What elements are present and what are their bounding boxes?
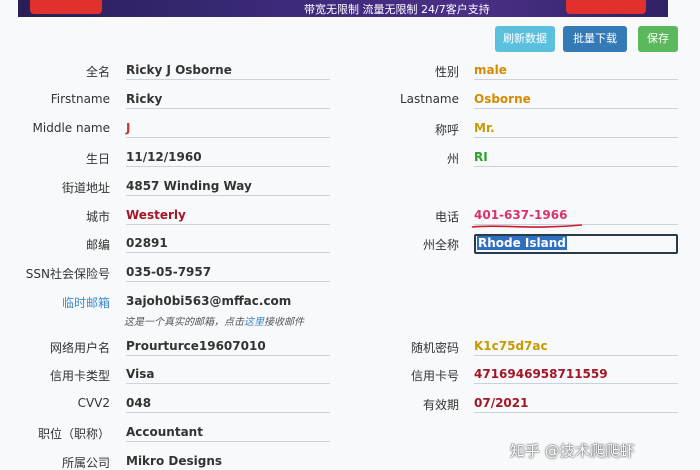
value-title: Mr. <box>474 121 678 138</box>
label-ssn: SSN社会保险号 <box>25 267 110 281</box>
label-username: 网络用户名 <box>49 341 110 355</box>
value-full-name: Ricky J Osborne <box>126 63 330 80</box>
batch-download-button[interactable]: 批量下载 <box>563 26 627 52</box>
value-cvv2: 048 <box>126 396 330 413</box>
label-middle-name: Middle name <box>32 121 110 135</box>
value-city: Westerly <box>126 208 330 225</box>
value-expiry: 07/2021 <box>474 396 678 413</box>
value-state: RI <box>474 150 678 167</box>
refresh-data-button[interactable]: 刷新数据 <box>495 26 555 52</box>
banner-logo-left <box>30 0 102 14</box>
label-zip: 邮编 <box>85 238 110 252</box>
email-note-prefix: 这是一个真实的邮箱，点击 <box>124 317 244 328</box>
label-state-full: 州全称 <box>422 238 459 252</box>
red-underline-annotation <box>471 224 583 228</box>
email-note-link[interactable]: 这里 <box>244 317 264 328</box>
label-lastname: Lastname <box>399 92 459 106</box>
state-full-selected-text: Rhode Island <box>477 236 567 250</box>
label-card-number: 信用卡号 <box>410 369 459 383</box>
label-company: 所属公司 <box>61 456 110 470</box>
label-firstname: Firstname <box>50 92 110 106</box>
label-title: 称呼 <box>434 123 459 137</box>
value-card-type: Visa <box>126 367 330 384</box>
label-card-type: 信用卡类型 <box>49 369 110 383</box>
value-ssn: 035-05-7957 <box>126 265 330 282</box>
label-random-password: 随机密码 <box>410 341 459 355</box>
value-street-address: 4857 Winding Way <box>126 179 330 196</box>
label-phone: 电话 <box>434 210 459 224</box>
value-zip: 02891 <box>126 236 330 253</box>
value-middle-name: J <box>126 121 330 138</box>
value-birthday: 11/12/1960 <box>126 150 330 167</box>
value-random-password: K1c75d7ac <box>474 339 678 356</box>
label-birthday: 生日 <box>85 152 110 166</box>
value-company: Mikro Designs <box>126 454 330 470</box>
zhihu-watermark: 知乎 @技术爬爬虾 <box>510 442 635 460</box>
value-username: Prourturce19607010 <box>126 339 330 356</box>
label-state: 州 <box>446 152 459 166</box>
email-note: 这是一个真实的邮箱，点击这里接收邮件 <box>124 313 304 328</box>
value-card-number: 4716946958711559 <box>474 367 678 384</box>
label-expiry: 有效期 <box>422 398 459 412</box>
value-lastname: Osborne <box>474 92 678 109</box>
label-full-name: 全名 <box>85 65 110 79</box>
label-street-address: 街道地址 <box>61 181 110 195</box>
value-firstname: Ricky <box>126 92 330 109</box>
state-full-input[interactable]: Rhode Island <box>474 234 678 254</box>
label-job-title: 职位（职称） <box>37 427 110 441</box>
banner-text: 带宽无限制 流量无限制 24/7客户支持 <box>304 3 490 16</box>
value-gender: male <box>474 63 678 80</box>
label-gender: 性别 <box>434 65 459 79</box>
label-cvv2: CVV2 <box>77 396 110 410</box>
save-button[interactable]: 保存 <box>638 26 678 52</box>
banner-cta-button[interactable] <box>566 0 646 14</box>
top-ad-banner[interactable]: 带宽无限制 流量无限制 24/7客户支持 <box>18 0 668 17</box>
value-job-title: Accountant <box>126 425 330 442</box>
value-temp-email: 3ajoh0bi563@mffac.com <box>126 294 292 308</box>
label-temp-email-link[interactable]: 临时邮箱 <box>0 294 110 311</box>
email-note-suffix: 接收邮件 <box>264 317 304 328</box>
label-city: 城市 <box>85 210 110 224</box>
